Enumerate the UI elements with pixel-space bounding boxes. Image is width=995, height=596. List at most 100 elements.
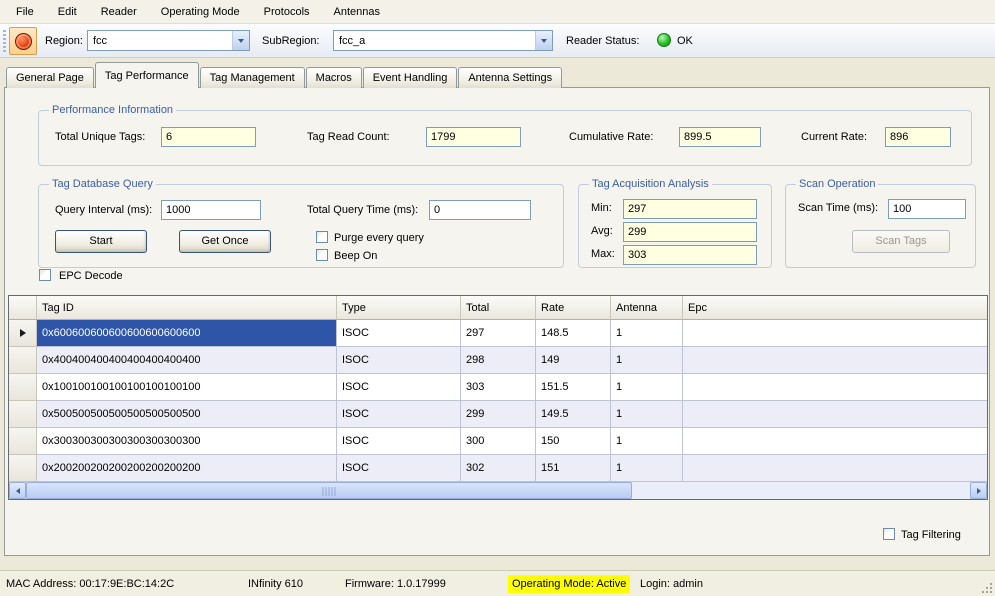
cell-rate[interactable]: 151: [536, 455, 611, 482]
scrollbar-track[interactable]: [632, 482, 970, 499]
cell-antenna[interactable]: 1: [611, 347, 683, 374]
query-interval-field[interactable]: 1000: [161, 200, 261, 220]
cell-rate[interactable]: 149.5: [536, 401, 611, 428]
tag-filtering-label[interactable]: Tag Filtering: [901, 529, 961, 541]
tab-tag-management[interactable]: Tag Management: [199, 67, 305, 88]
cell-type[interactable]: ISOC: [337, 320, 461, 347]
subregion-dropdown-button[interactable]: [535, 31, 552, 50]
column-header-type[interactable]: Type: [337, 296, 461, 320]
max-field[interactable]: 303: [623, 245, 757, 265]
tab-antenna-settings[interactable]: Antenna Settings: [458, 67, 563, 88]
table-row[interactable]: 0x600600600600600600600600 ISOC 297 148.…: [9, 320, 987, 347]
grid-corner-cell[interactable]: [9, 296, 37, 320]
cell-tag-id[interactable]: 0x200200200200200200200200: [37, 455, 337, 482]
row-selector[interactable]: [9, 455, 37, 482]
beep-on-checkbox[interactable]: [316, 249, 328, 261]
cell-antenna[interactable]: 1: [611, 455, 683, 482]
column-header-tag-id[interactable]: Tag ID: [37, 296, 337, 320]
subregion-combobox[interactable]: fcc_a: [333, 30, 553, 51]
region-dropdown-button[interactable]: [232, 31, 249, 50]
scrollbar-thumb[interactable]: [26, 482, 632, 499]
tag-read-count-field[interactable]: 1799: [426, 127, 521, 147]
cell-epc[interactable]: [683, 347, 987, 374]
horizontal-scrollbar[interactable]: [9, 482, 987, 499]
cell-total[interactable]: 303: [461, 374, 536, 401]
cell-type[interactable]: ISOC: [337, 455, 461, 482]
tag-filtering-checkbox[interactable]: [883, 528, 895, 540]
scroll-right-button[interactable]: [970, 482, 987, 499]
cell-type[interactable]: ISOC: [337, 428, 461, 455]
get-once-button[interactable]: Get Once: [179, 230, 271, 253]
cell-rate[interactable]: 150: [536, 428, 611, 455]
purge-every-query-label[interactable]: Purge every query: [334, 232, 424, 244]
row-selector[interactable]: [9, 320, 37, 347]
column-header-total[interactable]: Total: [461, 296, 536, 320]
cell-antenna[interactable]: 1: [611, 428, 683, 455]
tab-tag-performance[interactable]: Tag Performance: [94, 62, 199, 88]
epc-decode-label[interactable]: EPC Decode: [59, 270, 123, 282]
cell-tag-id[interactable]: 0x400400400400400400400400: [37, 347, 337, 374]
total-unique-tags-field[interactable]: 6: [161, 127, 256, 147]
cell-total[interactable]: 298: [461, 347, 536, 374]
cell-total[interactable]: 297: [461, 320, 536, 347]
cell-tag-id[interactable]: 0x100100100100100100100100: [37, 374, 337, 401]
cell-tag-id[interactable]: 0x300300300300300300300300: [37, 428, 337, 455]
table-row[interactable]: 0x500500500500500500500500 ISOC 299 149.…: [9, 401, 987, 428]
cell-epc[interactable]: [683, 320, 987, 347]
table-row[interactable]: 0x100100100100100100100100 ISOC 303 151.…: [9, 374, 987, 401]
cell-antenna[interactable]: 1: [611, 320, 683, 347]
tab-event-handling[interactable]: Event Handling: [362, 67, 458, 88]
cell-total[interactable]: 302: [461, 455, 536, 482]
row-selector[interactable]: [9, 401, 37, 428]
table-row[interactable]: 0x300300300300300300300300 ISOC 300 150 …: [9, 428, 987, 455]
cell-type[interactable]: ISOC: [337, 347, 461, 374]
cell-epc[interactable]: [683, 374, 987, 401]
resize-grip[interactable]: [979, 580, 992, 593]
tab-general-page[interactable]: General Page: [6, 67, 94, 88]
column-header-antenna[interactable]: Antenna: [611, 296, 683, 320]
tab-macros[interactable]: Macros: [305, 67, 362, 88]
menu-item-reader[interactable]: Reader: [89, 1, 149, 23]
cell-tag-id[interactable]: 0x600600600600600600600600: [37, 320, 337, 347]
region-combobox[interactable]: fcc: [87, 30, 250, 51]
table-row[interactable]: 0x200200200200200200200200 ISOC 302 151 …: [9, 455, 987, 482]
cell-antenna[interactable]: 1: [611, 374, 683, 401]
scroll-left-button[interactable]: [9, 482, 26, 499]
row-selector[interactable]: [9, 428, 37, 455]
cell-type[interactable]: ISOC: [337, 401, 461, 428]
toolbar-grip[interactable]: [3, 30, 6, 52]
row-selector[interactable]: [9, 347, 37, 374]
menu-item-protocols[interactable]: Protocols: [252, 1, 322, 23]
cell-epc[interactable]: [683, 455, 987, 482]
cell-total[interactable]: 299: [461, 401, 536, 428]
beep-on-label[interactable]: Beep On: [334, 250, 377, 262]
cell-rate[interactable]: 151.5: [536, 374, 611, 401]
epc-decode-checkbox[interactable]: [39, 269, 51, 281]
avg-field[interactable]: 299: [623, 222, 757, 242]
menu-item-antennas[interactable]: Antennas: [322, 1, 392, 23]
min-field[interactable]: 297: [623, 199, 757, 219]
menu-item-edit[interactable]: Edit: [46, 1, 89, 23]
table-row[interactable]: 0x400400400400400400400400 ISOC 298 149 …: [9, 347, 987, 374]
cell-type[interactable]: ISOC: [337, 374, 461, 401]
cell-total[interactable]: 300: [461, 428, 536, 455]
column-header-rate[interactable]: Rate: [536, 296, 611, 320]
purge-every-query-checkbox[interactable]: [316, 231, 328, 243]
cell-epc[interactable]: [683, 401, 987, 428]
cell-epc[interactable]: [683, 428, 987, 455]
cell-tag-id[interactable]: 0x500500500500500500500500: [37, 401, 337, 428]
current-rate-field[interactable]: 896: [885, 127, 951, 147]
menu-item-operating-mode[interactable]: Operating Mode: [149, 1, 252, 23]
cumulative-rate-field[interactable]: 899.5: [679, 127, 761, 147]
menu-item-file[interactable]: File: [4, 1, 46, 23]
scan-time-field[interactable]: 100: [888, 199, 966, 219]
cell-rate[interactable]: 149: [536, 347, 611, 374]
scan-tags-button[interactable]: Scan Tags: [852, 230, 950, 253]
row-selector[interactable]: [9, 374, 37, 401]
start-button[interactable]: Start: [55, 230, 147, 253]
reader-connect-button[interactable]: [9, 27, 37, 55]
cell-antenna[interactable]: 1: [611, 401, 683, 428]
column-header-epc[interactable]: Epc: [683, 296, 987, 320]
total-query-time-field[interactable]: 0: [429, 200, 531, 220]
cell-rate[interactable]: 148.5: [536, 320, 611, 347]
